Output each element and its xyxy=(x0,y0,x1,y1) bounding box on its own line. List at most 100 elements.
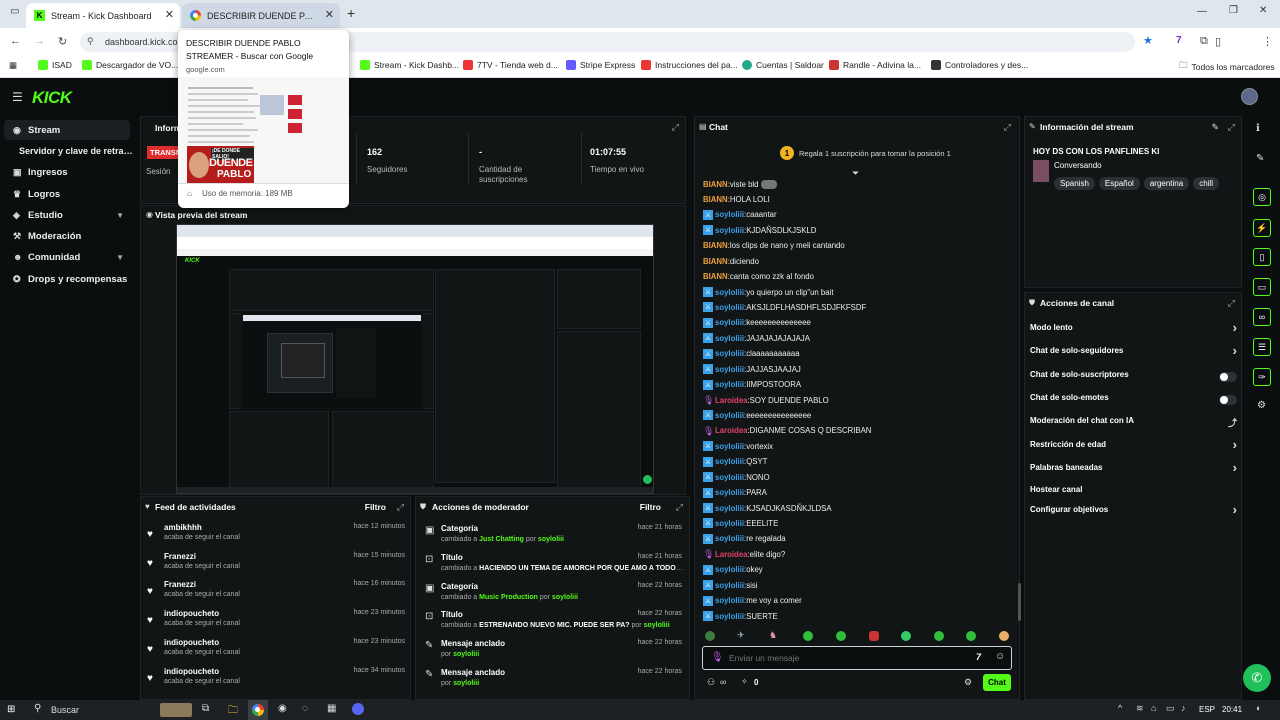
emoji-picker-icon[interactable]: ☺ xyxy=(995,651,1005,662)
chat-username[interactable]: soyloliii xyxy=(715,565,744,574)
support-chat-button[interactable]: ✆ xyxy=(1243,664,1271,692)
chat-username[interactable]: soyloliii xyxy=(715,318,744,327)
calendar-app-icon[interactable]: ▦ xyxy=(327,703,336,714)
emote-icon[interactable] xyxy=(966,631,976,641)
chat-username[interactable]: Laroidea xyxy=(715,426,748,435)
rail-camera-button[interactable]: ◎ xyxy=(1253,188,1271,206)
chat-message[interactable]: ⚔ soyloliii: JAJAJAJAJAJAJA xyxy=(703,331,1013,345)
chat-username[interactable]: soyloliii xyxy=(715,380,744,389)
chat-username[interactable]: soyloliii xyxy=(715,288,744,297)
rail-tools-button[interactable]: ✑ xyxy=(1253,368,1271,386)
sidebar-item-server-key[interactable]: Servidor y clave de retransm xyxy=(0,141,134,161)
list-item[interactable]: ✎ Mensaje anclado por soyloliii hace 22 ho… xyxy=(420,638,684,667)
activity-filter-button[interactable]: Filtro xyxy=(365,502,386,512)
microphone-icon[interactable]: 🎙 xyxy=(711,652,724,663)
chat-message[interactable]: ⚔ soyloliii: KJSADJKASDÑKJLDSA xyxy=(703,501,1013,515)
emote-icon[interactable]: ♞ xyxy=(769,630,777,641)
sidebar-item-ingresos[interactable]: ▣ Ingresos xyxy=(0,162,134,182)
close-window-icon[interactable]: ✕ xyxy=(1259,5,1267,16)
send-chat-button[interactable]: Chat xyxy=(983,674,1011,691)
sidebar-item-drops[interactable]: ✪ Drops y recompensas xyxy=(0,269,134,289)
chat-message[interactable]: ⚔ soyloliii: EEELITE xyxy=(703,516,1013,530)
info-icon[interactable]: ℹ xyxy=(1256,123,1260,134)
maximize-icon[interactable]: ❐ xyxy=(1229,5,1238,16)
channel-action-item[interactable]: Chat de solo-suscriptores xyxy=(1030,370,1237,386)
usb-icon[interactable]: ⌂ xyxy=(1151,703,1156,713)
emote-icon[interactable] xyxy=(705,631,715,641)
chat-username[interactable]: Laroidea xyxy=(715,396,748,405)
chat-message[interactable]: ⚔ soyloliii: claaaaaaaaaaa xyxy=(703,347,1013,361)
channel-action-item[interactable]: Palabras baneadas › xyxy=(1030,460,1237,479)
chat-message[interactable]: BIANN: diciendo xyxy=(703,254,1013,268)
toggle-switch[interactable] xyxy=(1219,395,1237,405)
bookmark-item[interactable]: Stream - Kick Dashb... xyxy=(360,60,459,70)
chat-username[interactable]: soyloliii xyxy=(715,457,744,466)
kick-logo[interactable]: KICK xyxy=(32,88,72,108)
bookmark-item[interactable]: Cuentas | Saldoar xyxy=(742,60,824,70)
chat-message[interactable]: BIANN: HOLA LOLI xyxy=(703,192,1013,206)
language-indicator[interactable]: ESP xyxy=(1199,705,1215,714)
chat-message[interactable]: BIANN: viste bld xyxy=(703,177,1013,191)
edit-pencil-icon[interactable]: ✎ xyxy=(1211,122,1219,133)
chat-message[interactable]: ⚔ soyloliii: PARA xyxy=(703,486,1013,500)
chat-message[interactable]: ⚔ soyloliii: vortexix xyxy=(703,439,1013,453)
tab-list-icon[interactable]: ▭ xyxy=(10,6,19,17)
chat-message[interactable]: ⚔ soyloliii: yo quierpo un clip"un bait xyxy=(703,285,1013,299)
chat-username[interactable]: soyloliii xyxy=(715,596,744,605)
emote-icon[interactable] xyxy=(999,631,1009,641)
settings-icon[interactable]: ⚙ xyxy=(1257,400,1266,411)
chat-username[interactable]: soyloliii xyxy=(715,349,744,358)
expand-icon[interactable]: ⤢ xyxy=(676,502,683,513)
channel-action-item[interactable]: Hostear canal xyxy=(1030,485,1237,501)
tab-google-search[interactable]: DESCRIBIR DUENDE PABLO STR ✕ xyxy=(182,3,340,28)
stream-preview-video[interactable]: KICK xyxy=(176,224,654,494)
chat-username[interactable]: soyloliii xyxy=(715,473,744,482)
chat-username[interactable]: soyloliii xyxy=(715,226,744,235)
widgets-icon[interactable] xyxy=(160,703,192,717)
site-info-icon[interactable]: ⚲ xyxy=(87,36,94,47)
chat-scrollbar[interactable] xyxy=(1018,583,1021,621)
chat-username[interactable]: BIANN xyxy=(703,241,728,250)
discord-icon[interactable] xyxy=(352,703,364,715)
clock[interactable]: 20:41 xyxy=(1222,705,1242,714)
obs-icon[interactable]: ◉ xyxy=(278,703,287,714)
chat-username[interactable]: soyloliii xyxy=(715,519,744,528)
chat-message[interactable]: ⚔ soyloliii: caaantar xyxy=(703,208,1013,222)
7tv-extension-icon[interactable]: 7 xyxy=(1176,35,1182,46)
channel-points-icon[interactable]: ⚇ xyxy=(707,677,715,688)
channel-action-item[interactable]: Moderación del chat con IA ⤴ xyxy=(1030,416,1237,432)
chat-message[interactable]: 🎙 Laroidea: SOY DUENDE PABLO xyxy=(703,393,1013,407)
volume-icon[interactable]: ♪ xyxy=(1181,703,1186,713)
emote-icon[interactable]: ✈ xyxy=(737,630,745,641)
rail-lightning-button[interactable]: ⚡ xyxy=(1253,219,1271,237)
list-item[interactable]: ♥ indiopoucheto acaba de seguir el canal ha… xyxy=(147,636,409,664)
channel-action-item[interactable]: Chat de solo-seguidores › xyxy=(1030,343,1237,362)
chat-username[interactable]: Laroidea xyxy=(715,550,748,559)
chat-username[interactable]: BIANN xyxy=(703,180,728,189)
chat-message[interactable]: ⚔ soyloliii: JAJJASJAAJAJ xyxy=(703,362,1013,376)
chat-username[interactable]: soyloliii xyxy=(715,488,744,497)
chat-username[interactable]: soyloliii xyxy=(715,534,744,543)
network-icon[interactable]: ▭ xyxy=(1166,703,1175,714)
rail-link-button[interactable]: ∞ xyxy=(1253,308,1271,326)
bookmark-star-icon[interactable]: ★ xyxy=(1143,34,1153,47)
mod-filter-button[interactable]: Filtro xyxy=(640,502,661,512)
chat-message[interactable]: BIANN: canta como zzk al fondo xyxy=(703,270,1013,284)
link-icon[interactable]: ∞ xyxy=(720,677,726,687)
list-item[interactable]: ⊡ Título cambiado a ESTRENANDO NUEVO MIC. … xyxy=(420,609,684,638)
chat-message[interactable]: ⚔ soyloliii: okey xyxy=(703,563,1013,577)
expand-icon[interactable]: ⤢ xyxy=(1004,122,1011,133)
bookmark-item[interactable]: Descargador de VO... xyxy=(82,60,178,70)
chat-username[interactable]: soyloliii xyxy=(715,581,744,590)
list-item[interactable]: ⊡ Título cambiado a HACIENDO UN TEMA DE AM… xyxy=(420,552,685,581)
user-avatar[interactable] xyxy=(1241,88,1258,105)
chat-username[interactable]: BIANN xyxy=(703,257,728,266)
chat-message[interactable]: ⚔ soyloliii: re regalada xyxy=(703,532,1013,546)
rail-chat-button[interactable]: ▭ xyxy=(1253,278,1271,296)
close-tab-icon[interactable]: ✕ xyxy=(325,8,334,21)
bookmark-item[interactable]: Instrucciones del pa... xyxy=(641,60,738,70)
rail-clipboard-button[interactable]: ▯ xyxy=(1253,248,1271,266)
new-tab-button[interactable]: + xyxy=(347,5,355,21)
list-item[interactable]: ♥ Franezzi acaba de seguir el canal hace 15… xyxy=(147,550,409,578)
search-icon[interactable]: ⚲ xyxy=(34,703,41,714)
